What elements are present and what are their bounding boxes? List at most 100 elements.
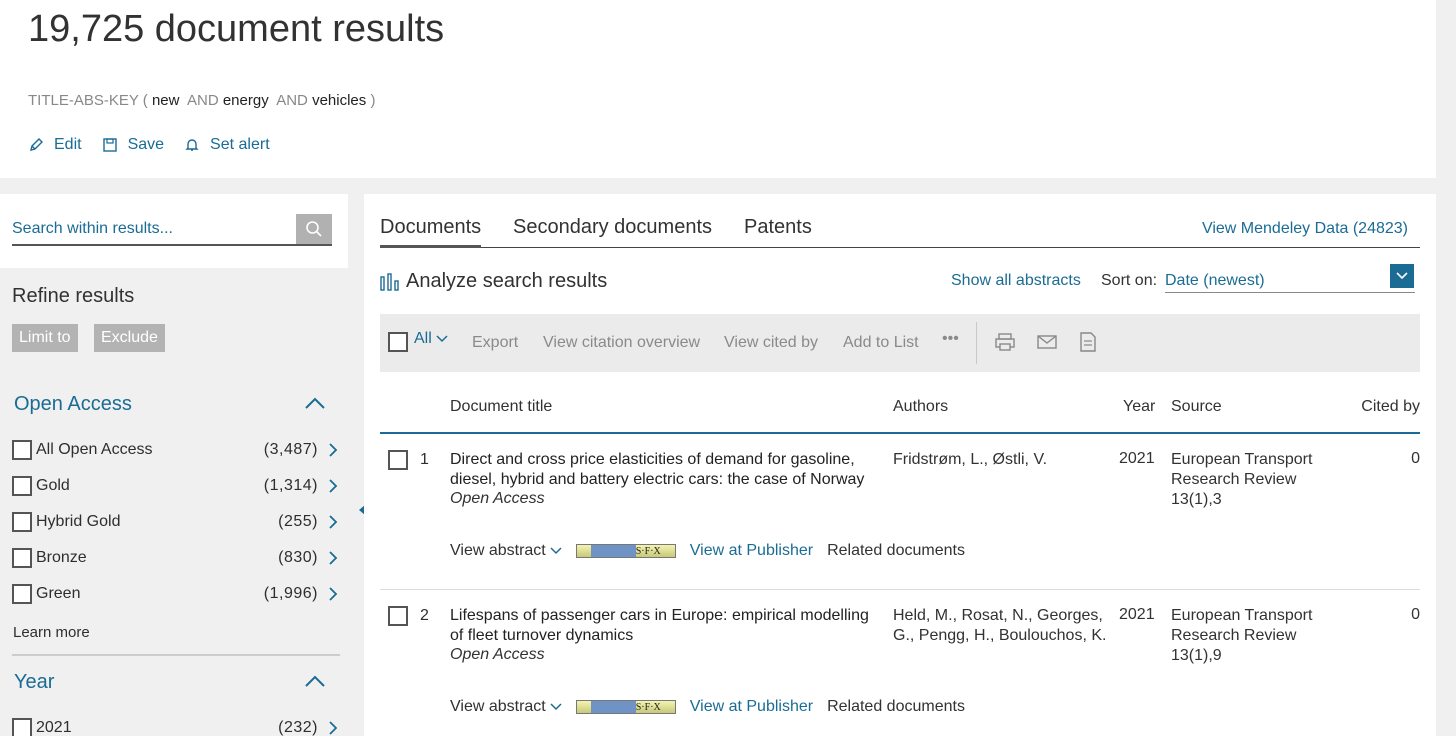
chevron-up-icon[interactable] [304, 674, 326, 688]
facet-year-title[interactable]: Year [14, 671, 54, 694]
set-alert-label: Set alert [210, 136, 270, 153]
row-checkbox[interactable] [388, 606, 408, 626]
query-field: TITLE-ABS-KEY [28, 92, 139, 109]
select-all-label: All [414, 330, 432, 347]
chevron-down-icon [1396, 272, 1408, 280]
source[interactable]: European Transport Research Review 13(1)… [1171, 450, 1331, 510]
pencil-icon [30, 138, 43, 151]
chevron-down-icon[interactable] [436, 335, 448, 343]
column-year[interactable]: Year [1123, 398, 1155, 416]
row-checkbox[interactable] [388, 450, 408, 470]
facet-item-gold[interactable]: Gold (1,314) [12, 474, 340, 498]
set-alert-button[interactable]: Set alert [184, 136, 270, 154]
document-title-link[interactable]: Direct and cross price elasticities of d… [450, 450, 880, 490]
show-all-abstracts-link[interactable]: Show all abstracts [951, 272, 1081, 290]
select-all-control[interactable]: All [388, 330, 448, 352]
facet-item-year-2021[interactable]: 2021 (232) [12, 716, 340, 736]
refine-results-title: Refine results [12, 285, 135, 307]
year: 2021 [1119, 606, 1155, 623]
sort-select[interactable]: Date (newest) [1165, 272, 1415, 293]
row-divider [380, 589, 1420, 590]
search-within-button[interactable] [296, 214, 332, 244]
facet-item-bronze[interactable]: Bronze (830) [12, 546, 340, 570]
chevron-down-icon [550, 547, 562, 555]
facet-item-green[interactable]: Green (1,996) [12, 582, 340, 606]
add-to-list-button[interactable]: Add to List [843, 334, 919, 352]
facet-open-access-title[interactable]: Open Access [14, 393, 132, 416]
column-cited-by[interactable]: Cited by [1361, 398, 1420, 416]
view-at-publisher-link[interactable]: View at Publisher [690, 542, 813, 560]
query-operator: AND [186, 92, 219, 109]
row-select: 1 [388, 450, 429, 470]
toolbar-divider [976, 322, 977, 364]
sfx-link-button[interactable]: S·F·X [575, 700, 676, 714]
checkbox[interactable] [12, 440, 32, 460]
chevron-right-icon[interactable] [328, 443, 338, 457]
view-abstract-button[interactable]: View abstract [450, 542, 562, 560]
tab-documents[interactable]: Documents [380, 216, 482, 248]
chevron-right-icon[interactable] [328, 721, 338, 735]
save-label: Save [127, 136, 165, 153]
facet-label: Green [36, 585, 81, 602]
facet-count: (232) [278, 719, 318, 736]
analyze-search-results-link[interactable]: Analyze search results [380, 270, 607, 293]
cited-by-count: 0 [1411, 450, 1420, 467]
tab-patents[interactable]: Patents [744, 216, 812, 239]
column-source[interactable]: Source [1171, 398, 1222, 416]
checkbox[interactable] [12, 548, 32, 568]
document-title-link[interactable]: Lifespans of passenger cars in Europe: e… [450, 606, 880, 646]
facet-label: Bronze [36, 549, 87, 566]
results-tabs: Documents Secondary documents Patents Vi… [380, 214, 1420, 248]
related-documents-link[interactable]: Related documents [827, 698, 965, 716]
chevron-right-icon[interactable] [328, 479, 338, 493]
related-documents-link[interactable]: Related documents [827, 542, 965, 560]
chevron-right-icon[interactable] [328, 587, 338, 601]
email-icon[interactable] [1036, 332, 1058, 352]
chevron-right-icon[interactable] [328, 551, 338, 565]
export-button[interactable]: Export [472, 334, 518, 352]
exclude-button[interactable]: Exclude [94, 324, 165, 352]
learn-more-link[interactable]: Learn more [13, 624, 90, 641]
view-abstract-button[interactable]: View abstract [450, 698, 562, 716]
year: 2021 [1119, 450, 1155, 467]
column-authors[interactable]: Authors [893, 398, 948, 416]
query-open-paren: ( [142, 92, 148, 109]
view-cited-by-button[interactable]: View cited by [724, 334, 818, 352]
facet-label: Hybrid Gold [36, 513, 121, 530]
column-document-title[interactable]: Document title [450, 398, 552, 416]
bar-chart-icon [380, 272, 399, 291]
select-all-checkbox[interactable] [388, 332, 408, 352]
facet-label: 2021 [36, 719, 72, 736]
tab-secondary-documents[interactable]: Secondary documents [513, 216, 712, 239]
search-within-input[interactable] [12, 214, 332, 246]
facet-divider [12, 654, 340, 656]
save-search-button[interactable]: Save [102, 136, 164, 154]
authors[interactable]: Fridstrøm, L., Østli, V. [893, 450, 1108, 470]
authors[interactable]: Held, M., Rosat, N., Georges, G., Pengg,… [893, 606, 1108, 646]
sfx-logo-text: S·F·X [635, 701, 661, 713]
sfx-link-button[interactable]: S·F·X [575, 544, 676, 558]
source[interactable]: European Transport Research Review 13(1)… [1171, 606, 1331, 666]
edit-search-button[interactable]: Edit [28, 136, 82, 154]
checkbox[interactable] [12, 718, 32, 736]
more-options-button[interactable]: ••• [942, 330, 959, 348]
results-count-title: 19,725 document results [28, 8, 445, 50]
search-within-box [0, 194, 348, 268]
sort-dropdown-button[interactable] [1390, 264, 1414, 288]
results-panel: Documents Secondary documents Patents Vi… [364, 194, 1436, 736]
facet-item-all-open-access[interactable]: All Open Access (3,487) [12, 438, 340, 462]
view-at-publisher-link[interactable]: View at Publisher [690, 698, 813, 716]
print-icon[interactable] [994, 332, 1016, 352]
chevron-up-icon[interactable] [304, 396, 326, 410]
facet-item-hybrid-gold[interactable]: Hybrid Gold (255) [12, 510, 340, 534]
pdf-icon[interactable] [1077, 332, 1099, 352]
limit-to-button[interactable]: Limit to [12, 324, 78, 352]
mendeley-data-link[interactable]: View Mendeley Data (24823) [1202, 220, 1408, 238]
row-number: 1 [420, 451, 429, 468]
checkbox[interactable] [12, 584, 32, 604]
view-citation-overview-button[interactable]: View citation overview [543, 334, 700, 352]
checkbox[interactable] [12, 476, 32, 496]
checkbox[interactable] [12, 512, 32, 532]
chevron-right-icon[interactable] [328, 515, 338, 529]
search-icon [306, 221, 322, 237]
